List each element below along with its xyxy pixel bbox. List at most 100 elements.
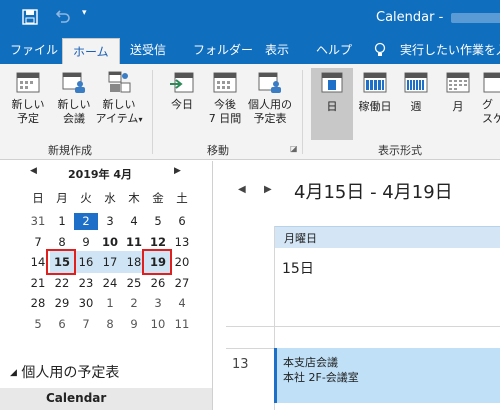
day-number: 15日 — [282, 261, 314, 277]
weekday-header: 月 — [56, 191, 68, 205]
week-view-button[interactable]: 週 — [398, 70, 434, 114]
mini-calendar-day[interactable]: 22 — [50, 275, 74, 292]
mini-calendar-day[interactable]: 4 — [170, 295, 194, 312]
weekday-header: 火 — [80, 191, 92, 205]
mini-calendar-day[interactable]: 24 — [98, 275, 122, 292]
personal-calendar-button[interactable]: 個人用の 予定表 — [246, 70, 294, 126]
tab-home[interactable]: ホーム — [62, 38, 120, 64]
group-label-move: 移動 — [207, 144, 229, 157]
next-7-days-button[interactable]: 今後 7 日間 — [204, 70, 246, 126]
calendar-item-label: Calendar — [46, 391, 107, 405]
new-items-button[interactable]: 新しい アイテム▾ — [94, 70, 144, 127]
prev-range-icon[interactable]: ◀ — [238, 184, 246, 195]
today-button[interactable]: 今日 — [162, 70, 202, 112]
mini-calendar-day[interactable]: 20 — [170, 254, 194, 271]
lightbulb-icon — [374, 42, 386, 61]
tab-folder[interactable]: フォルダー — [193, 36, 253, 64]
mini-calendar-day[interactable]: 7 — [26, 234, 50, 251]
tab-file[interactable]: ファイル — [10, 36, 58, 64]
mini-calendar-day[interactable]: 11 — [170, 316, 194, 333]
month-view-button[interactable]: 月 — [440, 70, 476, 114]
personal-calendar-icon — [257, 70, 283, 94]
tab-help[interactable]: ヘルプ — [316, 36, 352, 64]
week-view-icon — [403, 70, 429, 94]
mini-calendar-day[interactable]: 26 — [146, 275, 170, 292]
seven-days-icon — [212, 70, 238, 94]
day-view-icon — [319, 70, 345, 94]
new-meeting-button[interactable]: 新しい 会議 — [52, 70, 96, 126]
weekday-header: 土 — [176, 191, 188, 205]
new-items-icon — [106, 70, 132, 94]
mini-calendar-day[interactable]: 16 — [74, 254, 98, 271]
weekday-header: 木 — [128, 191, 140, 205]
weekday-header: 水 — [104, 191, 116, 205]
mini-calendar-day[interactable]: 9 — [122, 316, 146, 333]
save-icon[interactable] — [22, 9, 38, 29]
mini-calendar-day[interactable]: 6 — [170, 213, 194, 230]
calendar-icon — [15, 70, 41, 94]
undo-icon[interactable] — [55, 9, 70, 27]
time-grid-line — [226, 326, 500, 327]
dropdown-caret-icon[interactable]: ▾ — [82, 8, 87, 18]
weekday-header: 金 — [152, 191, 164, 205]
date-range-title: 4月15日 - 4月19日 — [294, 182, 453, 203]
mini-calendar-day[interactable]: 3 — [98, 213, 122, 230]
dialog-launcher-icon[interactable]: ◪ — [290, 144, 298, 153]
meeting-icon — [61, 70, 87, 94]
mini-calendar-day[interactable]: 3 — [146, 295, 170, 312]
ribbon: 新しい 予定 新しい 会議 新しい アイテム▾ 新規作成 今日 今後 7 日間 … — [0, 64, 500, 160]
mini-calendar-day[interactable]: 2 — [122, 295, 146, 312]
work-week-view-button[interactable]: 稼働日 — [354, 70, 396, 114]
red-highlight-box — [46, 249, 76, 276]
schedule-view-button[interactable]: グ スケ — [482, 70, 500, 126]
mini-calendar-day[interactable]: 29 — [50, 295, 74, 312]
mini-calendar-day[interactable]: 23 — [74, 275, 98, 292]
tab-view[interactable]: 表示 — [265, 36, 289, 64]
day-view-button[interactable]: 日 — [312, 70, 352, 114]
mini-calendar-day[interactable]: 10 — [98, 234, 122, 251]
mini-calendar-day[interactable]: 5 — [146, 213, 170, 230]
schedule-view-icon — [482, 70, 500, 94]
mini-calendar-day[interactable]: 25 — [122, 275, 146, 292]
mini-calendar-day[interactable]: 31 — [26, 213, 50, 230]
new-appointment-button[interactable]: 新しい 予定 — [6, 70, 50, 126]
group-label-new: 新規作成 — [48, 144, 92, 157]
collapse-triangle-icon: ◢ — [10, 368, 17, 378]
mini-calendar-day[interactable]: 6 — [50, 316, 74, 333]
mini-calendar-day[interactable]: 17 — [98, 254, 122, 271]
mini-calendar-day[interactable]: 12 — [146, 234, 170, 251]
next-range-icon[interactable]: ▶ — [264, 184, 272, 195]
mini-calendar-day[interactable]: 13 — [170, 234, 194, 251]
appointment-title: 本支店会議 — [283, 356, 338, 369]
mini-calendar-day[interactable]: 28 — [26, 295, 50, 312]
group-separator — [152, 70, 153, 154]
mini-calendar-day[interactable]: 27 — [170, 275, 194, 292]
mini-calendar-day[interactable]: 7 — [74, 316, 98, 333]
weekday-label: 月曜日 — [284, 232, 317, 245]
mini-calendar-day[interactable]: 10 — [146, 316, 170, 333]
tab-send-receive[interactable]: 送受信 — [130, 36, 166, 64]
tell-me-search[interactable]: 実行したい作業を入 — [400, 36, 500, 64]
mini-calendar-day[interactable]: 11 — [122, 234, 146, 251]
dropdown-caret-icon: ▾ — [138, 115, 143, 124]
mini-calendar-day[interactable]: 4 — [122, 213, 146, 230]
window-title: Calendar - — [376, 10, 500, 25]
mini-calendar-day[interactable]: 21 — [26, 275, 50, 292]
next-month-icon[interactable]: ▶ — [174, 166, 181, 176]
mini-calendar-day[interactable]: 1 — [50, 213, 74, 230]
mini-calendar-title: 2019年 4月 — [67, 168, 133, 181]
mini-calendar-day[interactable]: 8 — [50, 234, 74, 251]
mini-calendar-day[interactable]: 8 — [98, 316, 122, 333]
mini-calendar-day[interactable]: 5 — [26, 316, 50, 333]
red-highlight-box — [142, 249, 172, 276]
go-today-icon — [169, 70, 195, 94]
ribbon-tabs: ファイル ホーム 送受信 フォルダー 表示 ヘルプ 実行したい作業を入 — [0, 36, 500, 64]
pane-splitter[interactable] — [212, 161, 213, 410]
mini-calendar-day[interactable]: 2 — [74, 213, 98, 230]
month-view-icon — [445, 70, 471, 94]
my-calendars-section[interactable]: ◢ 個人用の予定表 — [10, 362, 119, 382]
mini-calendar-day[interactable]: 30 — [74, 295, 98, 312]
weekday-header: 日 — [32, 191, 44, 205]
mini-calendar-day[interactable]: 9 — [74, 234, 98, 251]
mini-calendar-day[interactable]: 1 — [98, 295, 122, 312]
